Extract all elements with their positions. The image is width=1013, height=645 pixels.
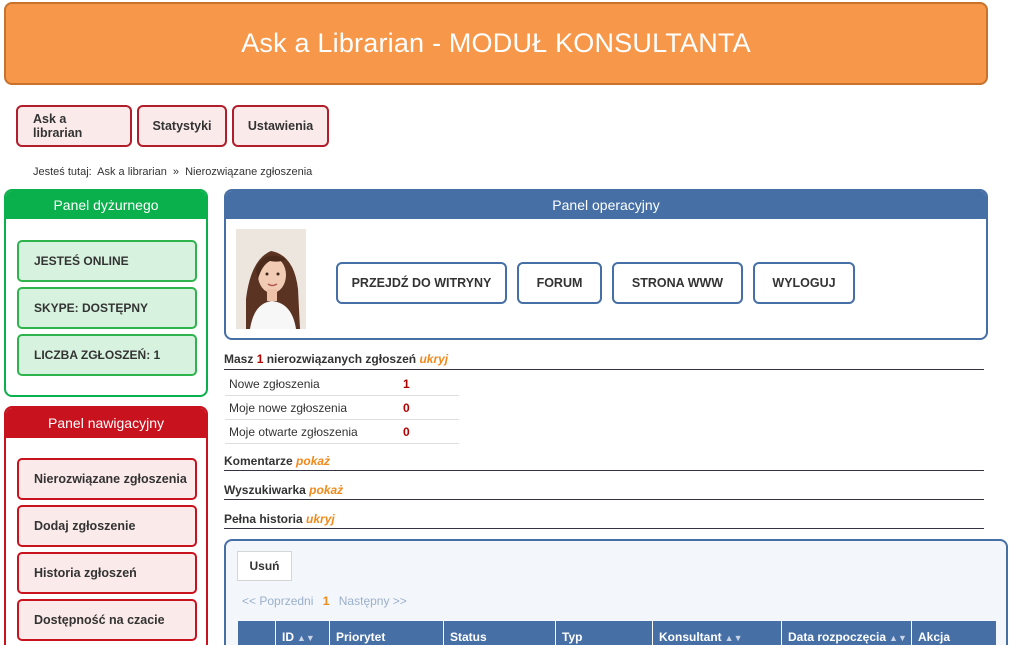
col-type[interactable]: Typ — [556, 621, 653, 645]
sort-icon: ▲▼ — [724, 633, 743, 643]
stats-value: 1 — [403, 376, 410, 391]
unresolved-summary: Masz 1 nierozwiązanych zgłoszeń ukryj — [224, 352, 984, 370]
status-skype: SKYPE: DOSTĘPNY — [17, 287, 197, 329]
pagination: << Poprzedni 1 Następny >> — [242, 594, 407, 608]
operational-panel: Panel operacyjny PRZEJDŹ DO WITRYNY FORU… — [224, 189, 988, 340]
nav-chat-availability[interactable]: Dostępność na czacie — [17, 599, 197, 641]
duty-panel-title: Panel dyżurnego — [6, 191, 206, 219]
pager-next[interactable]: Następny >> — [339, 594, 407, 608]
col-id-label: ID — [282, 630, 294, 644]
stats-value: 0 — [403, 400, 410, 415]
ticket-stats: Nowe zgłoszenia 1 Moje nowe zgłoszenia 0… — [225, 372, 459, 444]
pager-prev[interactable]: << Poprzedni — [242, 594, 313, 608]
stats-label: Moje nowe zgłoszenia — [229, 400, 348, 415]
navigation-panel-title: Panel nawigacyjny — [6, 408, 206, 438]
section-history-label: Pełna historia — [224, 512, 303, 526]
breadcrumb-prefix: Jesteś tutaj: — [33, 166, 92, 178]
logout-button[interactable]: WYLOGUJ — [753, 262, 855, 304]
summary-toggle-link[interactable]: ukryj — [419, 352, 448, 366]
col-action[interactable]: Akcja — [912, 621, 996, 645]
stats-row: Moje nowe zgłoszenia 0 — [225, 396, 459, 420]
section-history-toggle[interactable]: ukryj — [306, 512, 335, 526]
stats-row: Moje otwarte zgłoszenia 0 — [225, 420, 459, 444]
breadcrumb: Jesteś tutaj: Ask a librarian » Nierozwi… — [33, 166, 315, 178]
status-ticket-count: LICZBA ZGŁOSZEŃ: 1 — [17, 334, 197, 376]
stats-label: Nowe zgłoszenia — [229, 376, 320, 391]
table-header: ID ▲▼ Priorytet Status Typ Konsultant ▲▼ D… — [238, 621, 996, 645]
section-search: Wyszukiwarka pokaż — [224, 483, 984, 500]
section-search-toggle[interactable]: pokaż — [309, 483, 343, 497]
navigation-panel: Panel nawigacyjny Nierozwiązane zgłoszen… — [4, 406, 208, 645]
col-start-date[interactable]: Data rozpoczęcia ▲▼ — [782, 621, 912, 645]
section-comments-toggle[interactable]: pokaż — [296, 454, 330, 468]
duty-panel: Panel dyżurnego JESTEŚ ONLINE SKYPE: DOS… — [4, 189, 208, 397]
status-online: JESTEŚ ONLINE — [17, 240, 197, 282]
top-nav: Ask a librarian Statystyki Ustawienia — [16, 105, 329, 147]
tickets-table-panel: Usuń << Poprzedni 1 Następny >> ID ▲▼ Pri… — [224, 539, 1008, 645]
col-start-date-label: Data rozpoczęcia — [788, 630, 887, 644]
breadcrumb-current: Nierozwiązane zgłoszenia — [185, 166, 313, 178]
app-header: Ask a Librarian - MODUŁ KONSULTANTA — [4, 2, 988, 85]
nav-unresolved-tickets[interactable]: Nierozwiązane zgłoszenia — [17, 458, 197, 500]
stats-row: Nowe zgłoszenia 1 — [225, 372, 459, 396]
col-priority[interactable]: Priorytet — [330, 621, 444, 645]
nav-ask-librarian-button[interactable]: Ask a librarian — [16, 105, 132, 147]
breadcrumb-separator: » — [172, 166, 180, 178]
stats-value: 0 — [403, 424, 410, 439]
col-consultant[interactable]: Konsultant ▲▼ — [653, 621, 782, 645]
stats-label: Moje otwarte zgłoszenia — [229, 424, 358, 439]
summary-count: 1 — [256, 352, 264, 366]
nav-ticket-history[interactable]: Historia zgłoszeń — [17, 552, 197, 594]
summary-prefix: Masz — [224, 352, 254, 366]
breadcrumb-link[interactable]: Ask a librarian — [97, 166, 167, 178]
go-to-site-button[interactable]: PRZEJDŹ DO WITRYNY — [336, 262, 507, 304]
col-status[interactable]: Status — [444, 621, 556, 645]
avatar — [236, 229, 306, 329]
col-select[interactable] — [238, 621, 276, 645]
operational-panel-title: Panel operacyjny — [226, 191, 986, 219]
website-button[interactable]: STRONA WWW — [612, 262, 743, 304]
nav-statistics-button[interactable]: Statystyki — [137, 105, 227, 147]
section-search-label: Wyszukiwarka — [224, 483, 306, 497]
col-id[interactable]: ID ▲▼ — [276, 621, 330, 645]
section-history: Pełna historia ukryj — [224, 512, 984, 529]
forum-button[interactable]: FORUM — [517, 262, 602, 304]
sort-icon: ▲▼ — [889, 633, 907, 643]
summary-suffix: nierozwiązanych zgłoszeń — [266, 352, 417, 366]
app-title: Ask a Librarian - MODUŁ KONSULTANTA — [241, 28, 751, 58]
sort-icon: ▲▼ — [297, 633, 315, 643]
avatar-photo — [236, 229, 306, 329]
delete-button[interactable]: Usuń — [237, 551, 292, 581]
pager-current: 1 — [322, 594, 330, 608]
nav-settings-button[interactable]: Ustawienia — [232, 105, 329, 147]
section-comments: Komentarze pokaż — [224, 454, 984, 471]
nav-add-ticket[interactable]: Dodaj zgłoszenie — [17, 505, 197, 547]
col-consultant-label: Konsultant — [659, 630, 722, 644]
section-comments-label: Komentarze — [224, 454, 293, 468]
